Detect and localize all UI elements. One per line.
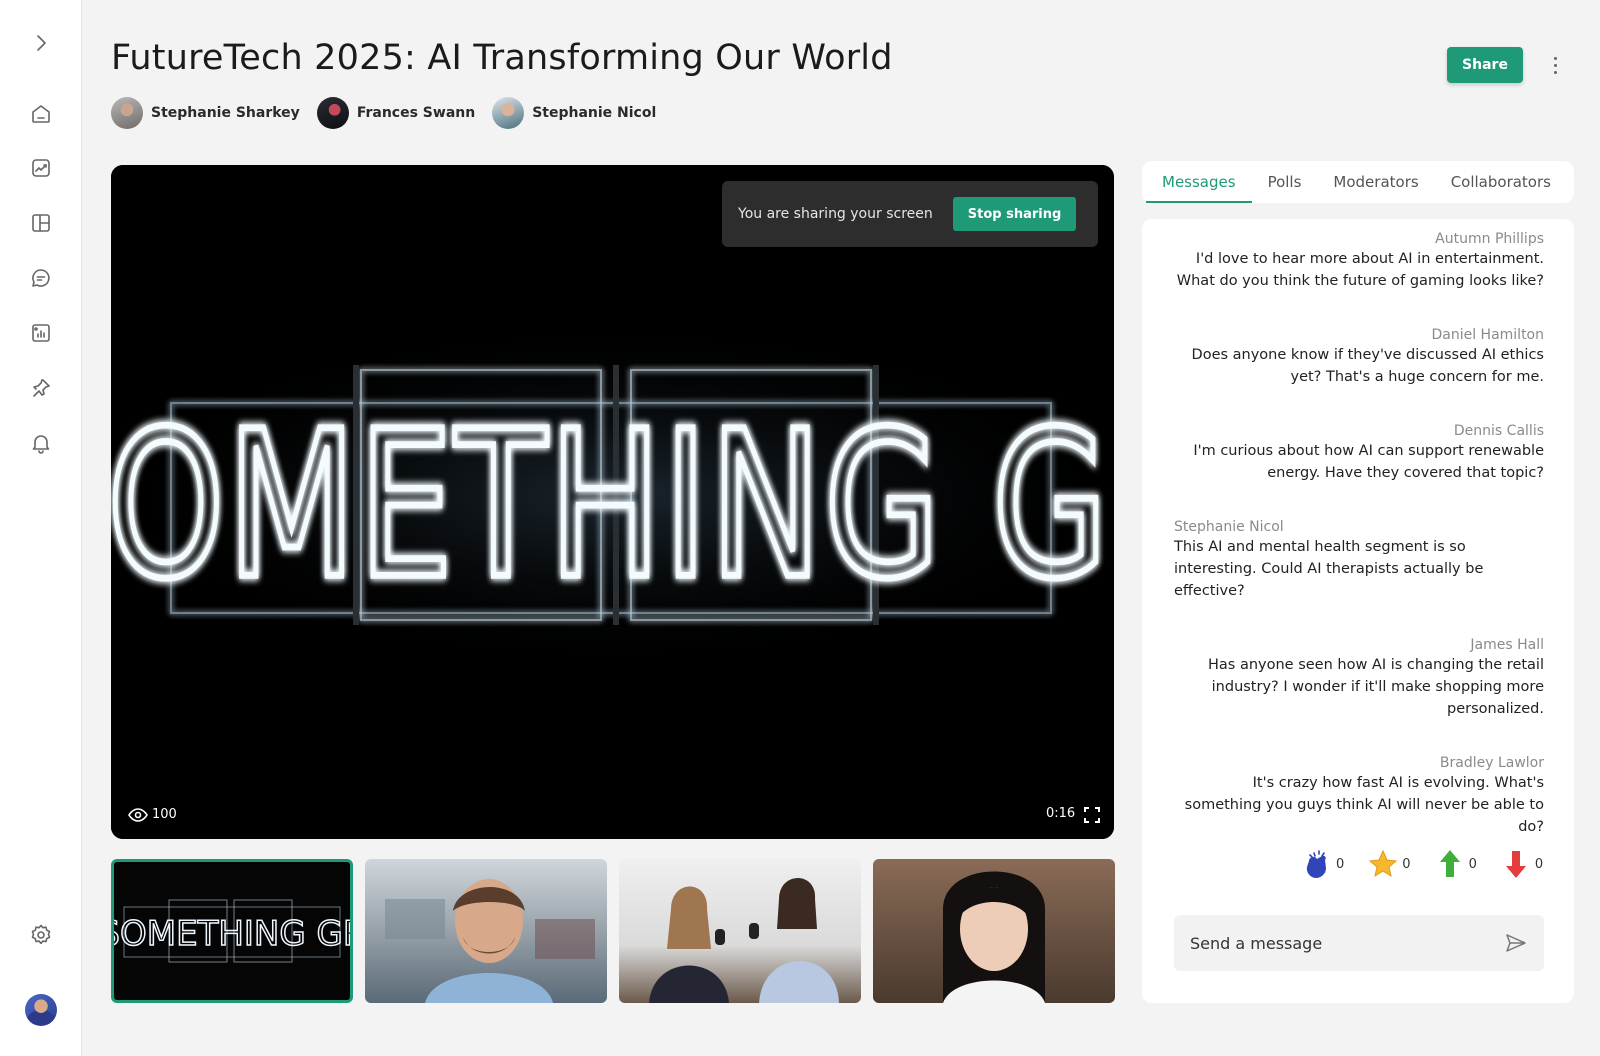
avatar [492,97,525,129]
sidebar-item-analytics[interactable] [21,148,61,188]
fullscreen-button[interactable] [1083,806,1101,824]
message-composer [1174,915,1544,971]
chat-message: Autumn Phillips I'd love to hear more ab… [1174,230,1544,292]
tab-moderators[interactable]: Moderators [1317,161,1434,203]
page-title: FutureTech 2025: AI Transforming Our Wor… [111,38,893,78]
message-text: It's crazy how fast AI is evolving. What… [1184,775,1544,835]
message-author: Stephanie Nicol [1174,519,1284,535]
pin-icon [33,379,50,397]
home-icon [32,105,50,123]
reaction-clap[interactable]: 0 [1300,847,1344,881]
neon-text: DO SOMETHING GREAT [111,389,1114,624]
participant-photo [649,878,839,1003]
thumbnail-screen-share[interactable]: DO SOMETHING GREAT [111,859,353,1003]
star-icon [1369,849,1398,878]
kebab-dot [1553,56,1557,60]
gear-icon [31,924,51,945]
chat-panel: Autumn Phillips I'd love to hear more ab… [1142,219,1574,1003]
sharing-message: You are sharing your screen [738,206,933,222]
presenter[interactable]: Frances Swann [316,97,476,129]
participant-thumbnails: DO SOMETHING GREAT [111,859,1115,1003]
presenter-name: Stephanie Sharkey [151,105,300,121]
analytics-icon [32,159,50,177]
chat-message: Daniel Hamilton Does anyone know if they… [1174,326,1544,388]
chat-message: Dennis Callis I'm curious about how AI c… [1174,422,1544,484]
reaction-count: 0 [1336,856,1345,872]
thumbnail-participant[interactable] [365,859,607,1003]
thumbnail-participant[interactable] [619,859,861,1003]
view-count-value: 100 [152,807,177,822]
presenter-name: Stephanie Nicol [532,105,657,121]
sidebar-item-home[interactable] [21,94,61,134]
chat-message: Stephanie Nicol This AI and mental healt… [1174,518,1544,602]
send-icon [1506,934,1526,952]
share-button[interactable]: Share [1447,47,1523,83]
message-text: Has anyone seen how AI is changing the r… [1208,657,1544,717]
presenter-list: Stephanie Sharkey Frances Swann Stephani… [111,97,673,129]
report-icon [32,324,50,342]
arrow-down-icon [1505,851,1526,878]
sidebar-item-layout[interactable] [21,203,61,243]
sidebar-item-settings[interactable] [21,915,61,955]
send-button[interactable] [1504,931,1528,955]
elapsed-time: 0:16 [1046,806,1076,821]
message-author: Autumn Phillips [1435,231,1544,247]
video-player[interactable]: DO SOMETHING GREAT You are sharing your … [111,165,1114,839]
reaction-count: 0 [1402,856,1411,872]
neon-sign-thumbnail: DO SOMETHING GREAT [114,899,350,963]
message-author: Daniel Hamilton [1431,327,1544,343]
neon-sign-image: DO SOMETHING GREAT [111,165,1114,839]
avatar [316,97,349,129]
presenter-name: Frances Swann [356,105,476,121]
sidebar-item-chat[interactable] [21,258,61,298]
fullscreen-icon [1084,807,1100,823]
chevron-right-icon [37,35,46,51]
reaction-count: 0 [1468,856,1477,872]
screen-share-banner: You are sharing your screen Stop sharing [722,181,1098,247]
avatar [111,97,143,129]
more-options-button[interactable] [1545,50,1565,80]
tab-collaborators[interactable]: Collaborators [1435,161,1567,203]
expand-sidebar-button[interactable] [21,23,61,63]
tab-polls[interactable]: Polls [1252,161,1318,203]
bell-icon [32,435,50,454]
reaction-upvote[interactable]: 0 [1433,847,1477,881]
reaction-bar: 0 0 0 0 [1278,847,1543,881]
reaction-downvote[interactable]: 0 [1499,847,1543,881]
sidebar-item-notifications[interactable] [21,423,61,463]
message-text: This AI and mental health segment is so … [1174,539,1484,599]
clap-icon [1306,850,1326,878]
participant-photo [385,879,595,1003]
presenter[interactable]: Stephanie Nicol [492,97,656,129]
thumbnail-participant[interactable] [873,859,1115,1003]
message-author: Bradley Lawlor [1439,755,1544,771]
message-input[interactable] [1190,933,1504,953]
sidebar [0,0,82,1056]
tab-messages[interactable]: Messages [1146,161,1252,203]
reaction-count: 0 [1534,856,1544,872]
message-text: I'd love to hear more about AI in entert… [1176,251,1544,289]
stop-sharing-button[interactable]: Stop sharing [952,197,1077,231]
participant-photo [943,871,1045,1003]
neon-text-thumb: DO SOMETHING GREAT [114,914,350,954]
user-avatar[interactable] [25,994,57,1026]
panel-tabs: Messages Polls Moderators Collaborators [1142,161,1574,203]
eye-icon [128,807,148,822]
chat-message: Bradley Lawlor It's crazy how fast AI is… [1174,754,1544,838]
kebab-dot [1553,70,1557,74]
view-count: 100 [128,807,177,822]
layout-icon [32,214,50,232]
kebab-dot [1553,63,1557,67]
arrow-up-icon [1439,850,1460,877]
sidebar-item-pinned[interactable] [21,368,61,408]
chat-message: James Hall Has anyone seen how AI is cha… [1174,636,1544,720]
message-text: Does anyone know if they've discussed AI… [1191,347,1544,385]
message-author: Dennis Callis [1453,423,1544,439]
presenter[interactable]: Stephanie Sharkey [111,97,300,129]
message-text: I'm curious about how AI can support ren… [1193,443,1544,481]
reaction-star[interactable]: 0 [1366,847,1411,881]
chat-icon [32,269,50,287]
sidebar-item-reports[interactable] [21,313,61,353]
message-author: James Hall [1470,637,1544,653]
